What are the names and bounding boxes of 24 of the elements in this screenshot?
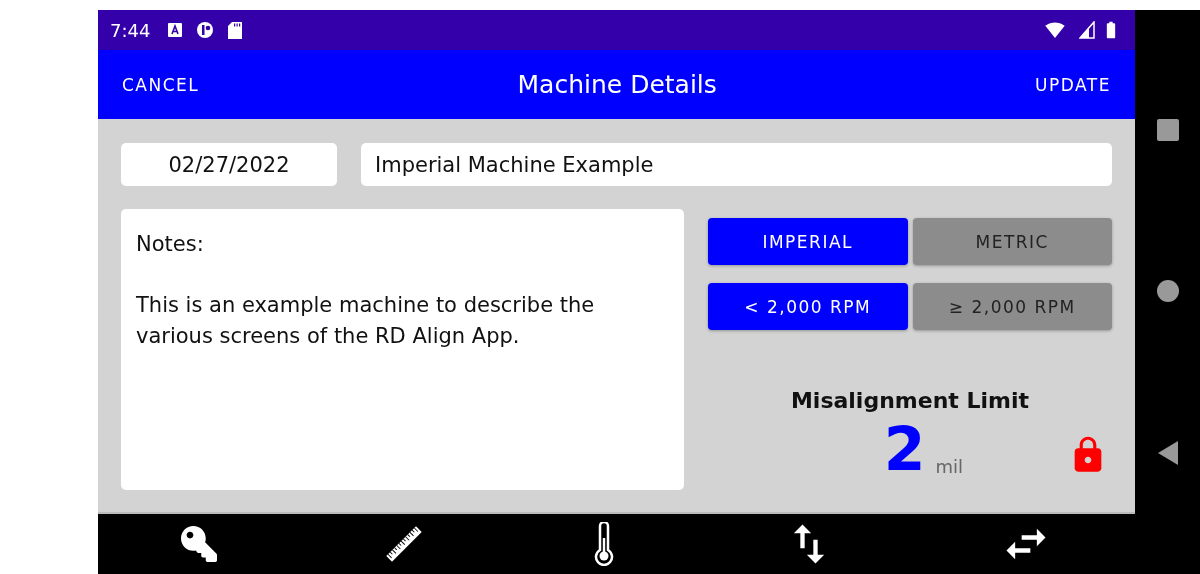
- cell-signal-icon: [1079, 21, 1095, 39]
- limit-value: 2: [883, 421, 926, 477]
- recents-button[interactable]: [1156, 119, 1179, 142]
- notes-text: This is an example machine to describe the various screens of the RD Align App.: [136, 292, 596, 350]
- wifi-icon: [1045, 20, 1065, 40]
- unit-toggle-button[interactable]: IMPERIAL: [708, 218, 908, 265]
- limit-title: Misalignment Limit: [790, 388, 1030, 413]
- rpm-toggle-button[interactable]: ≥ 2,000 RPM: [912, 283, 1112, 330]
- circle-notification-icon: [196, 21, 215, 39]
- screen-title: Machine Details: [517, 70, 717, 99]
- sd-card-icon: [228, 21, 243, 39]
- back-button[interactable]: [1157, 440, 1178, 465]
- home-button[interactable]: [1156, 280, 1179, 302]
- rpm-toggle-button[interactable]: < 2,000 RPM: [708, 283, 908, 330]
- notification-icon: [168, 23, 183, 37]
- notes-heading: Notes:: [136, 231, 205, 258]
- unit-toggle-button[interactable]: METRIC: [912, 218, 1112, 265]
- update-button[interactable]: UPDATE: [1035, 68, 1111, 101]
- key-icon[interactable]: [180, 526, 217, 562]
- date-field[interactable]: 02/27/2022: [121, 143, 337, 186]
- cancel-button[interactable]: CANCEL: [122, 68, 200, 101]
- machine-name-field[interactable]: Imperial Machine Example: [361, 143, 1112, 186]
- status-time: 7:44: [110, 19, 151, 41]
- limit-unit: mil: [935, 456, 963, 477]
